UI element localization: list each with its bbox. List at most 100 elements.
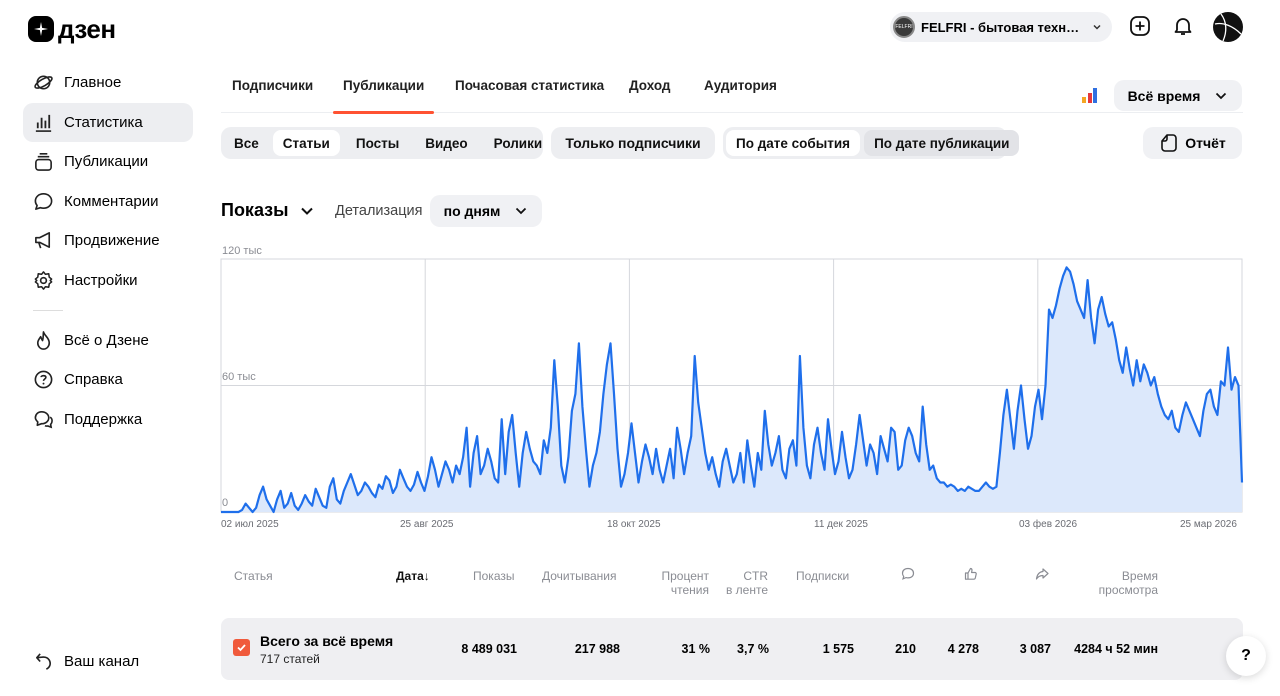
col-date-label: Дата (396, 569, 424, 583)
x-tick-label: 11 дек 2025 (814, 519, 868, 530)
sidebar-item-comments[interactable]: Комментарии (23, 182, 193, 221)
subscribers-only-toggle[interactable]: Только подписчики (551, 127, 715, 159)
col-shares[interactable] (1035, 567, 1049, 584)
sidebar-item-label: Настройки (64, 271, 138, 289)
total-ctr: 3,7 % (737, 642, 769, 656)
col-read-percent[interactable]: Процент чтения (654, 569, 709, 597)
planet-icon (34, 75, 53, 90)
sidebar-item-help[interactable]: Справка (23, 360, 193, 399)
sidebar-item-label: Главное (64, 74, 122, 91)
total-subtitle: 717 статей (260, 652, 320, 666)
sidebar-item-label: Публикации (64, 153, 149, 170)
detail-value: по дням (443, 203, 501, 219)
filter-shorts[interactable]: Ролики (484, 130, 553, 156)
tab-income[interactable]: Доход (629, 78, 671, 93)
col-read-percent-line2: чтения (670, 583, 709, 597)
tab-hourly-stats[interactable]: Почасовая статистика (455, 78, 604, 93)
channel-switcher[interactable]: FELFRI FELFRI - бытовая техника… (890, 12, 1112, 42)
x-tick-label: 18 окт 2025 (607, 519, 661, 530)
total-row: Всего за всё время 717 статей 8 489 031 … (221, 618, 1243, 680)
sidebar-item-main[interactable]: Главное (23, 63, 193, 102)
col-ctr[interactable]: CTR в ленте (720, 569, 768, 597)
sidebar-item-publications[interactable]: Публикации (23, 142, 193, 181)
col-comments[interactable] (901, 567, 915, 584)
subscribers-only-label: Только подписчики (565, 135, 701, 151)
comment-icon (901, 567, 915, 580)
tab-subscribers[interactable]: Подписчики (232, 78, 313, 93)
sidebar-item-support[interactable]: Поддержка (23, 400, 193, 439)
chevron-down-icon (1216, 92, 1227, 99)
date-mode-filter: По дате события По дате публикации (723, 127, 1020, 159)
avatar[interactable] (1213, 12, 1243, 42)
col-date[interactable]: Дата↓ (396, 569, 430, 583)
flame-icon (36, 330, 51, 350)
help-button[interactable]: ? (1226, 636, 1266, 676)
sidebar-item-stats[interactable]: Статистика (23, 102, 193, 142)
col-likes[interactable] (964, 567, 978, 584)
filter-all[interactable]: Все (224, 130, 269, 156)
chevron-down-icon (516, 207, 527, 215)
sidebar-item-label: Продвижение (64, 232, 160, 249)
sidebar-item-settings[interactable]: Настройки (23, 261, 193, 300)
add-icon[interactable] (1128, 14, 1152, 38)
report-button[interactable]: Отчёт (1143, 127, 1242, 159)
sidebar-item-about[interactable]: Всё о Дзене (23, 321, 193, 360)
chevron-down-icon (1093, 24, 1101, 30)
date-mode-event[interactable]: По дате события (726, 130, 861, 156)
dzen-logo-icon (28, 16, 54, 42)
period-select[interactable]: Всё время (1114, 80, 1242, 111)
col-read-percent-line1: Процент (661, 569, 709, 583)
x-tick-label: 25 мар 2026 (1180, 519, 1237, 530)
col-subscriptions[interactable]: Подписки (796, 569, 849, 583)
dzen-logo[interactable]: дзен (28, 16, 116, 42)
report-icon (1161, 134, 1178, 152)
sidebar-item-label: Статистика (64, 113, 143, 131)
total-title: Всего за всё время (260, 633, 394, 649)
tab-audience[interactable]: Аудитория (704, 78, 777, 93)
detail-label: Детализация (335, 203, 423, 219)
megaphone-icon (35, 232, 51, 249)
detail-select[interactable]: по дням (430, 195, 542, 227)
total-reads: 217 988 (574, 642, 620, 656)
gear-icon (34, 270, 53, 290)
metric-select[interactable]: Показы (221, 200, 315, 221)
y-tick-label: 0 (222, 497, 229, 509)
total-checkbox[interactable] (233, 639, 250, 656)
back-icon (36, 653, 51, 670)
col-watch-time-line1: Время (1121, 569, 1158, 583)
metrika-icon[interactable] (1082, 87, 1098, 103)
col-ctr-line2: в ленте (725, 583, 768, 597)
sidebar-item-label: Справка (64, 371, 123, 388)
sidebar-item-label: Комментарии (64, 192, 159, 210)
total-likes: 4 278 (947, 642, 979, 656)
sidebar-item-promotion[interactable]: Продвижение (23, 221, 193, 260)
date-mode-publication[interactable]: По дате публикации (864, 130, 1020, 156)
filter-articles[interactable]: Статьи (272, 130, 340, 156)
stats-icon (35, 114, 52, 132)
col-watch-time[interactable]: Время просмотра (1088, 569, 1158, 597)
metric-label: Показы (221, 200, 289, 220)
bell-icon[interactable] (1171, 14, 1195, 38)
filter-posts[interactable]: Посты (346, 130, 409, 156)
dzen-logo-text: дзен (58, 14, 116, 44)
col-reads[interactable]: Дочитывания (542, 569, 617, 583)
x-tick-label: 25 авг 2025 (400, 519, 454, 530)
total-watch-time: 4284 ч 52 мин (1074, 642, 1158, 656)
sidebar-item-label: Поддержка (64, 410, 143, 428)
comment-icon (34, 192, 53, 210)
col-ctr-line1: CTR (743, 569, 768, 583)
channel-name: FELFRI - бытовая техника… (921, 19, 1086, 35)
filter-video[interactable]: Видео (415, 130, 477, 156)
tab-publications[interactable]: Публикации (332, 78, 435, 114)
sidebar-item-your-channel[interactable]: Ваш канал (33, 651, 139, 672)
x-tick-label: 03 фев 2026 (1019, 519, 1078, 530)
y-tick-label: 120 тыс (222, 245, 262, 257)
report-label: Отчёт (1185, 135, 1226, 151)
total-read-percent: 31 % (681, 642, 711, 656)
like-icon (964, 567, 977, 580)
col-views[interactable]: Показы (473, 569, 514, 583)
col-article[interactable]: Статья (234, 569, 273, 583)
chevron-down-icon (300, 207, 313, 215)
total-comments: 210 (895, 642, 916, 656)
chart-svg (220, 258, 1244, 514)
